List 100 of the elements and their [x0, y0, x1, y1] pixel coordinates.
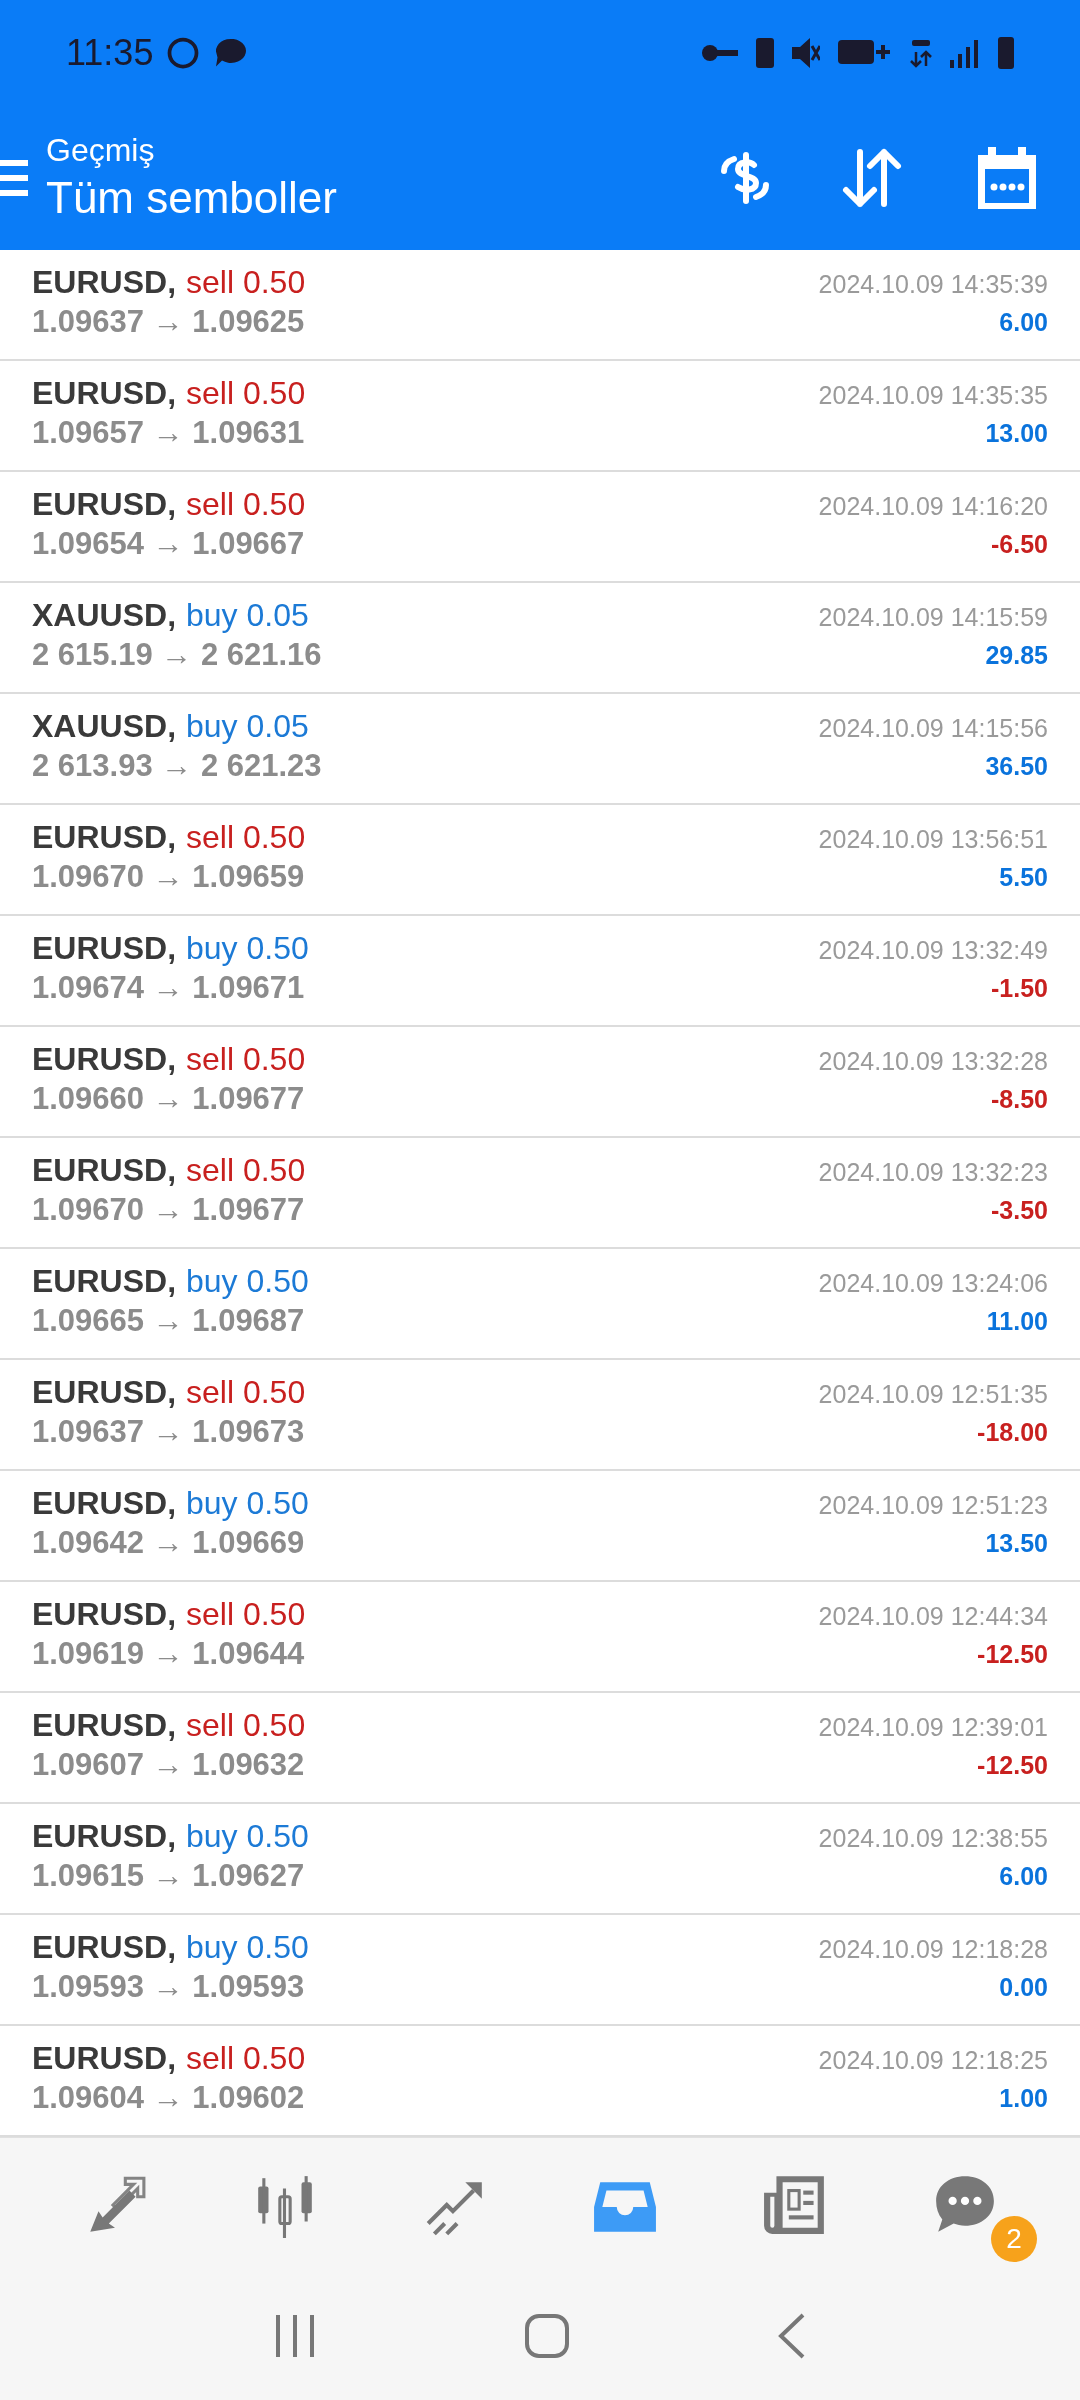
symbol-label: EURUSD, [32, 1040, 176, 1079]
profit-value: 5.50 [999, 862, 1048, 893]
trade-time: 2024.10.09 13:32:49 [818, 935, 1048, 966]
price-range: 1.09637 → 1.09625 [32, 303, 306, 341]
trade-type: sell 0.50 [186, 374, 306, 413]
trade-row[interactable]: EURUSD, sell 0.50 1.09657 → 1.09631 2024.10.09 14:35:35 13.00 [0, 361, 1080, 472]
trade-row[interactable]: XAUUSD, buy 0.05 2 615.19 → 2 621.16 2024.10.09 14:15:59 29.85 [0, 583, 1080, 694]
trade-type: buy 0.05 [186, 707, 309, 746]
mobile-data-icon [910, 37, 932, 68]
profit-value: 1.00 [999, 2083, 1048, 2114]
trade-time: 2024.10.09 13:24:06 [818, 1268, 1048, 1299]
price-range: 1.09660 → 1.09677 [32, 1080, 306, 1118]
price-range: 1.09642 → 1.09669 [32, 1524, 306, 1562]
trade-type: sell 0.50 [186, 2039, 306, 2078]
symbol-label: EURUSD, [32, 1928, 176, 1967]
trade-row[interactable]: EURUSD, sell 0.50 1.09607 → 1.09632 2024.10.09 12:39:01 -12.50 [0, 1693, 1080, 1804]
profit-value: -12.50 [977, 1750, 1048, 1781]
trade-type: sell 0.50 [186, 485, 306, 524]
trade-time: 2024.10.09 13:56:51 [818, 824, 1048, 855]
profit-value: 0.00 [999, 1972, 1048, 2003]
trade-type: sell 0.50 [186, 1373, 306, 1412]
trade-time: 2024.10.09 12:51:23 [818, 1490, 1048, 1521]
trade-row[interactable]: EURUSD, sell 0.50 1.09670 → 1.09659 2024.10.09 13:56:51 5.50 [0, 805, 1080, 916]
trade-row[interactable]: EURUSD, sell 0.50 1.09637 → 1.09673 2024.10.09 12:51:35 -18.00 [0, 1360, 1080, 1471]
trade-time: 2024.10.09 12:51:35 [818, 1379, 1048, 1410]
profit-value: -1.50 [991, 973, 1048, 1004]
price-range: 1.09674 → 1.09671 [32, 969, 306, 1007]
profit-value: 6.00 [999, 1861, 1048, 1892]
status-time: 11:35 [66, 30, 154, 75]
symbol-label: EURUSD, [32, 1706, 176, 1745]
profit-value: -8.50 [991, 1084, 1048, 1115]
price-range: 1.09604 → 1.09602 [32, 2079, 306, 2117]
back-icon[interactable] [777, 2313, 806, 2359]
trade-time: 2024.10.09 12:39:01 [818, 1712, 1048, 1743]
symbol-label: EURUSD, [32, 1484, 176, 1523]
trade-row[interactable]: EURUSD, sell 0.50 1.09637 → 1.09625 2024.10.09 14:35:39 6.00 [0, 250, 1080, 361]
symbol-label: EURUSD, [32, 2039, 176, 2078]
price-range: 2 615.19 → 2 621.16 [32, 636, 322, 674]
trade-row[interactable]: EURUSD, sell 0.50 1.09619 → 1.09644 2024.10.09 12:44:34 -12.50 [0, 1582, 1080, 1693]
price-range: 1.09607 → 1.09632 [32, 1746, 306, 1784]
trade-time: 2024.10.09 14:16:20 [818, 491, 1048, 522]
price-range: 1.09593 → 1.09593 [32, 1968, 306, 2006]
trade-time: 2024.10.09 14:15:59 [818, 602, 1048, 633]
trade-type: buy 0.50 [186, 1817, 309, 1856]
trade-type: sell 0.50 [186, 1595, 306, 1634]
signal-icon [950, 37, 980, 68]
trade-time: 2024.10.09 14:15:56 [818, 713, 1048, 744]
recent-apps-icon[interactable] [274, 2315, 317, 2357]
profit-value: -6.50 [991, 529, 1048, 560]
notification-badge: 2 [991, 2216, 1037, 2262]
trade-row[interactable]: EURUSD, buy 0.50 1.09674 → 1.09671 2024.10.09 13:32:49 -1.50 [0, 916, 1080, 1027]
price-range: 1.09670 → 1.09659 [32, 858, 306, 896]
symbol-label: EURUSD, [32, 374, 176, 413]
symbol-label: EURUSD, [32, 485, 176, 524]
symbol-label: EURUSD, [32, 1817, 176, 1856]
symbol-label: EURUSD, [32, 929, 176, 968]
trade-row[interactable]: EURUSD, buy 0.50 1.09642 → 1.09669 2024.10.09 12:51:23 13.50 [0, 1471, 1080, 1582]
price-range: 1.09637 → 1.09673 [32, 1413, 306, 1451]
symbol-label: EURUSD, [32, 1373, 176, 1412]
trade-type: sell 0.50 [186, 1706, 306, 1745]
trade-type: buy 0.50 [186, 929, 309, 968]
symbol-label: XAUUSD, [32, 707, 176, 746]
profit-value: 11.00 [986, 1306, 1048, 1337]
mute-icon [792, 37, 820, 68]
trade-row[interactable]: EURUSD, buy 0.50 1.09665 → 1.09687 2024.10.09 13:24:06 11.00 [0, 1249, 1080, 1360]
trade-time: 2024.10.09 12:18:25 [818, 2045, 1048, 2076]
profit-value: 36.50 [985, 751, 1048, 782]
symbol-label: EURUSD, [32, 1262, 176, 1301]
trade-row[interactable]: EURUSD, sell 0.50 1.09670 → 1.09677 2024.10.09 13:32:23 -3.50 [0, 1138, 1080, 1249]
trade-type: sell 0.50 [186, 263, 306, 302]
trade-time: 2024.10.09 12:38:55 [818, 1823, 1048, 1854]
trade-time: 2024.10.09 13:32:23 [818, 1157, 1048, 1188]
hd-call-icon [838, 39, 892, 66]
profit-value: -18.00 [977, 1417, 1048, 1448]
battery-icon [998, 36, 1014, 69]
price-range: 1.09657 → 1.09631 [32, 414, 306, 452]
trade-type: sell 0.50 [186, 1040, 306, 1079]
header-title: Tüm semboller [46, 171, 338, 224]
price-range: 1.09654 → 1.09667 [32, 525, 306, 563]
profit-value: 13.50 [985, 1528, 1048, 1559]
trade-row[interactable]: EURUSD, sell 0.50 1.09660 → 1.09677 2024.10.09 13:32:28 -8.50 [0, 1027, 1080, 1138]
price-range: 1.09670 → 1.09677 [32, 1191, 306, 1229]
trade-row[interactable]: EURUSD, sell 0.50 1.09654 → 1.09667 2024.10.09 14:16:20 -6.50 [0, 472, 1080, 583]
symbol-label: EURUSD, [32, 1151, 176, 1190]
trade-row[interactable]: EURUSD, buy 0.50 1.09615 → 1.09627 2024.10.09 12:38:55 6.00 [0, 1804, 1080, 1915]
trade-type: sell 0.50 [186, 1151, 306, 1190]
trade-type: buy 0.50 [186, 1484, 309, 1523]
price-range: 1.09619 → 1.09644 [32, 1635, 306, 1673]
home-icon[interactable] [525, 2314, 569, 2358]
trade-row[interactable]: XAUUSD, buy 0.05 2 613.93 → 2 621.23 2024.10.09 14:15:56 36.50 [0, 694, 1080, 805]
profit-value: 6.00 [999, 307, 1048, 338]
symbol-label: EURUSD, [32, 1595, 176, 1634]
price-range: 1.09615 → 1.09627 [32, 1857, 306, 1895]
trade-row[interactable]: EURUSD, buy 0.50 1.09593 → 1.09593 2024.10.09 12:18:28 0.00 [0, 1915, 1080, 2026]
trade-time: 2024.10.09 12:18:28 [818, 1934, 1048, 1965]
trade-type: buy 0.05 [186, 596, 309, 635]
trade-time: 2024.10.09 13:32:28 [818, 1046, 1048, 1077]
symbol-label: EURUSD, [32, 818, 176, 857]
profit-value: 13.00 [985, 418, 1048, 449]
trade-type: buy 0.50 [186, 1928, 309, 1967]
